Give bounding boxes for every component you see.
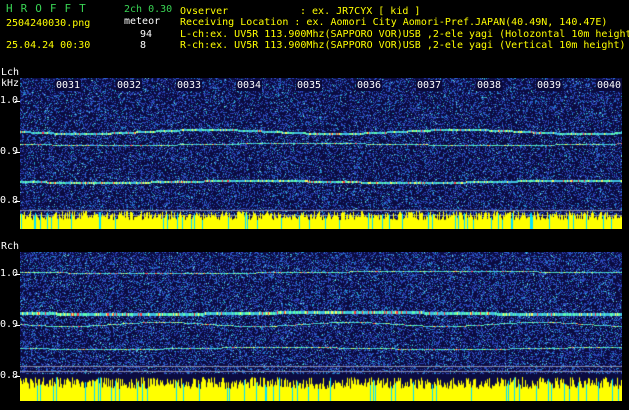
time-label: 0039 (536, 80, 563, 91)
time-label: 0038 (476, 80, 503, 91)
location-line: Receiving Location : ex. Aomori City Aom… (180, 17, 608, 28)
rch-info-line: R-ch:ex. UV5R 113.900Mhz(SAPPORO VOR)USB… (180, 40, 626, 51)
time-label: 0037 (416, 80, 443, 91)
filename-label: 2504240030.png (6, 18, 91, 29)
time-label: 0034 (236, 80, 263, 91)
config-label: 2ch 0.30 (124, 4, 173, 15)
time-label: 0035 (296, 80, 323, 91)
count-r: 8 (140, 40, 147, 51)
hrofft-logo: HROFFT (6, 2, 94, 15)
count-l: 94 (140, 29, 153, 40)
datetime-label: 25.04.24 00:30 (6, 40, 91, 51)
observer-label: Ovserver (180, 6, 229, 17)
mode-label: meteor (124, 16, 161, 27)
lch-channel-label: Lch (1, 67, 20, 78)
rch-spectrogram-canvas (20, 252, 622, 401)
lch-spectrogram-canvas (20, 78, 622, 229)
time-label: 0033 (176, 80, 203, 91)
time-label: 0032 (116, 80, 143, 91)
time-label: 0040 (596, 80, 623, 91)
observer-value: : ex. JR7CYX [ kid ] (300, 6, 421, 17)
rch-spectrogram (20, 252, 622, 401)
lch-spectrogram (20, 78, 622, 229)
lch-info-line: L-ch:ex. UV5R 113.900Mhz(SAPPORO VOR)USB… (180, 29, 629, 40)
time-label: 0031 (55, 80, 82, 91)
time-label: 0036 (356, 80, 383, 91)
lch-unit-label: kHz (1, 78, 20, 89)
rch-channel-label: Rch (1, 241, 20, 252)
